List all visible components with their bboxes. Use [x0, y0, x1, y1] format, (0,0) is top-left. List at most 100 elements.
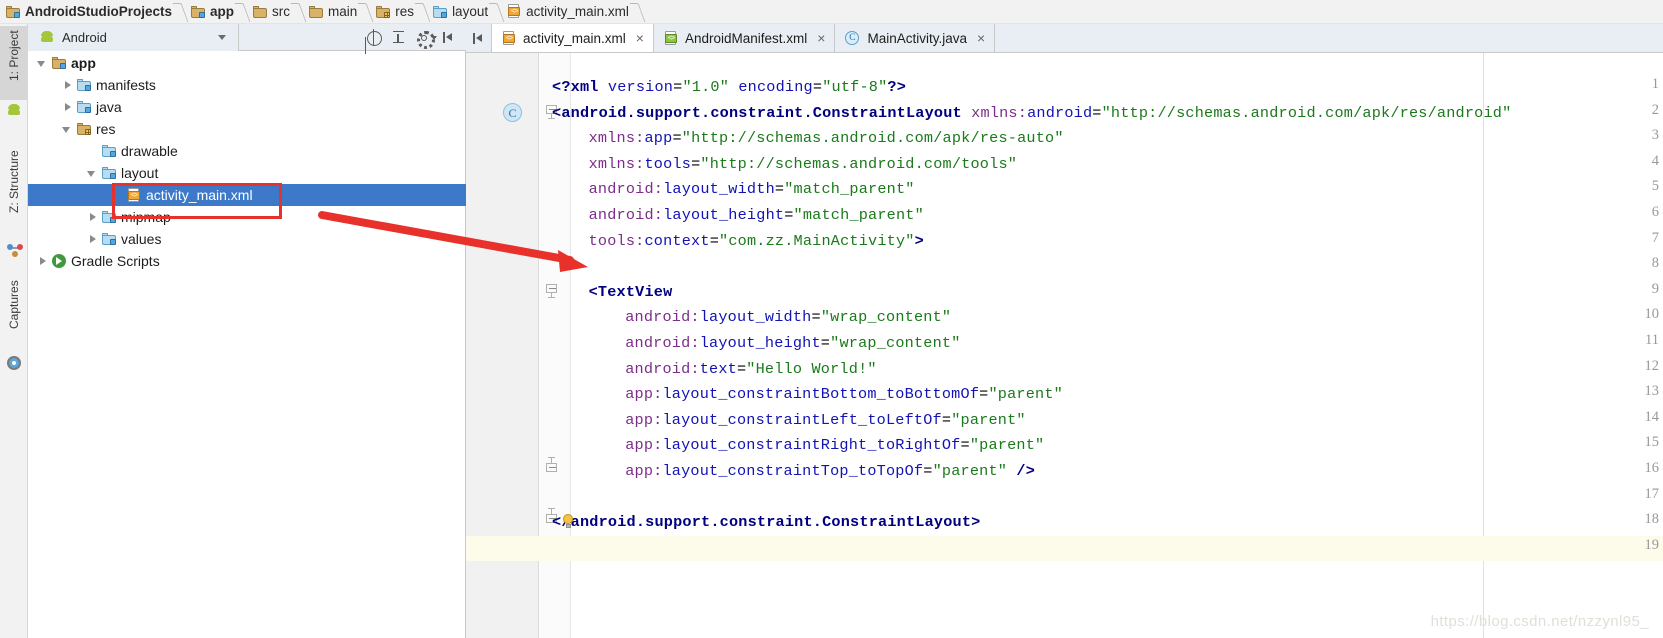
line-number: 4	[1651, 152, 1659, 169]
code-token: app:	[625, 462, 663, 480]
line-number: 18	[1644, 511, 1660, 528]
code-token: android:	[625, 308, 700, 327]
breadcrumb-item-res[interactable]: res	[370, 0, 416, 24]
tree-item-java[interactable]: java	[28, 96, 466, 118]
code-token: xmlns:	[588, 154, 645, 173]
breadcrumb-item-layout[interactable]: layout	[427, 0, 490, 24]
code-editor[interactable]: 1 <?xml version="1.0" encoding="utf-8"?> 2…	[466, 53, 1663, 638]
code-token: tools	[644, 154, 692, 173]
code-token: =	[691, 154, 701, 173]
watermark: https://blog.csdn.net/nzzynl95_	[1430, 613, 1649, 630]
hide-tabs-icon[interactable]	[466, 24, 492, 52]
tree-item-drawable[interactable]: drawable	[28, 140, 466, 162]
breadcrumb-item-src[interactable]: src	[247, 0, 292, 24]
code-token: layout_constraintLeft_toLeftOf	[662, 410, 942, 429]
chevron-right-icon[interactable]	[61, 79, 74, 92]
breadcrumb-item-app[interactable]: app	[185, 0, 236, 24]
chevron-down-icon[interactable]	[61, 123, 74, 136]
close-icon[interactable]: ×	[636, 31, 644, 45]
folder-res-icon	[77, 123, 91, 135]
project-tree: app manifests java res drawable layout <> activ…	[28, 52, 466, 272]
tree-item-layout[interactable]: layout	[28, 162, 466, 184]
code-token: =	[736, 359, 747, 378]
tool-window-tab-captures[interactable]: Captures	[0, 276, 28, 352]
line-number: 12	[1644, 357, 1660, 374]
code-token: "wrap_content"	[820, 308, 952, 327]
tree-item-label: java	[96, 99, 122, 115]
code-line: android:layout_height="wrap_content"	[552, 331, 961, 357]
code-line: <?xml version="1.0" encoding="utf-8"?>	[552, 75, 906, 101]
code-token: />	[1016, 462, 1036, 480]
code-line: xmlns:app="http://schemas.android.com/ap…	[552, 126, 1064, 152]
locate-target-icon[interactable]	[366, 28, 382, 46]
breadcrumb-label: res	[395, 4, 415, 19]
close-icon[interactable]: ×	[977, 31, 985, 45]
tree-item-activity-main-xml[interactable]: <> activity_main.xml	[28, 184, 466, 206]
collapse-all-icon[interactable]	[391, 30, 406, 45]
code-token: "match_parent"	[793, 206, 924, 224]
tree-item-gradle-scripts[interactable]: Gradle Scripts	[28, 250, 466, 272]
editor-tab-activity-main-xml[interactable]: <> activity_main.xml ×	[492, 24, 654, 52]
code-token: tools:	[588, 231, 645, 250]
code-token: xmlns:	[588, 129, 645, 148]
tree-item-res[interactable]: res	[28, 118, 466, 140]
tool-window-tab-label: 1: Project	[7, 30, 21, 81]
code-token: layout_constraintRight_toRightOf	[662, 436, 961, 455]
code-token: =	[820, 334, 831, 352]
gradle-icon	[52, 254, 66, 268]
tree-item-app[interactable]: app	[28, 52, 466, 74]
close-icon[interactable]: ×	[817, 31, 825, 45]
tool-window-strip: 1: Project Z: Structure Captures	[0, 24, 28, 638]
code-token: "utf-8"	[822, 78, 888, 96]
chevron-right-icon[interactable]	[61, 101, 74, 114]
tree-item-values[interactable]: values	[28, 228, 466, 250]
breadcrumb-separator	[175, 0, 184, 24]
intention-bulb-icon[interactable]	[562, 514, 574, 529]
code-line: app:layout_constraintTop_toTopOf="parent…	[552, 459, 1035, 485]
tree-item-label: activity_main.xml	[146, 187, 253, 203]
project-view-selector[interactable]: Android	[28, 23, 238, 51]
code-line: app:layout_constraintBottom_toBottomOf="…	[552, 382, 1063, 408]
code-token: layout_width	[663, 180, 775, 199]
breadcrumb-separator	[491, 0, 500, 24]
code-token: =	[811, 308, 821, 327]
editor-tab-bar: <> activity_main.xml × <> AndroidManifest.xm…	[466, 24, 1663, 53]
editor-tab-mainactivity-java[interactable]: C MainActivity.java ×	[835, 24, 996, 52]
chevron-right-icon[interactable]	[86, 233, 99, 246]
chevron-down-icon[interactable]	[36, 57, 49, 70]
hide-panel-icon[interactable]	[441, 30, 456, 45]
class-marker-icon[interactable]: C	[503, 102, 522, 122]
code-token: xmlns:	[971, 103, 1028, 122]
code-token: encoding	[738, 78, 813, 96]
breadcrumb-separator	[632, 0, 641, 24]
line-number: 11	[1645, 332, 1659, 348]
tree-item-mipmap[interactable]: mipmap	[28, 206, 466, 228]
folder-blue-icon	[102, 145, 116, 157]
chevron-down-icon[interactable]	[86, 167, 99, 180]
tree-item-manifests[interactable]: manifests	[28, 74, 466, 96]
code-token: "parent"	[951, 410, 1026, 429]
chevron-right-icon[interactable]	[36, 255, 49, 268]
line-number: 5	[1651, 178, 1659, 195]
settings-gear-icon[interactable]	[416, 30, 437, 49]
tree-item-label: res	[96, 121, 116, 137]
code-token: "wrap_content"	[830, 334, 961, 352]
xml-file-icon: <>	[502, 30, 516, 46]
code-token: app:	[625, 385, 663, 404]
breadcrumb-item-main[interactable]: main	[303, 0, 359, 24]
folder-icon	[253, 5, 268, 18]
project-panel-header: Android	[28, 23, 466, 51]
folder-res-icon	[376, 5, 391, 18]
chevron-right-icon[interactable]	[86, 211, 99, 224]
tool-window-tab-1-project[interactable]: 1: Project	[0, 26, 28, 100]
line-number: 9	[1651, 280, 1659, 297]
breadcrumb-item-activity-main-xml[interactable]: <> activity_main.xml	[501, 0, 631, 24]
code-token: android.support.constraint.ConstraintLay…	[570, 513, 972, 532]
tool-window-tab-z-structure[interactable]: Z: Structure	[0, 146, 28, 238]
editor-tab-androidmanifest-xml[interactable]: <> AndroidManifest.xml ×	[653, 24, 836, 52]
code-token: =	[941, 410, 952, 429]
breadcrumb-item-androidstudioprojects[interactable]: AndroidStudioProjects	[0, 0, 174, 24]
code-token: layout_width	[699, 308, 812, 327]
